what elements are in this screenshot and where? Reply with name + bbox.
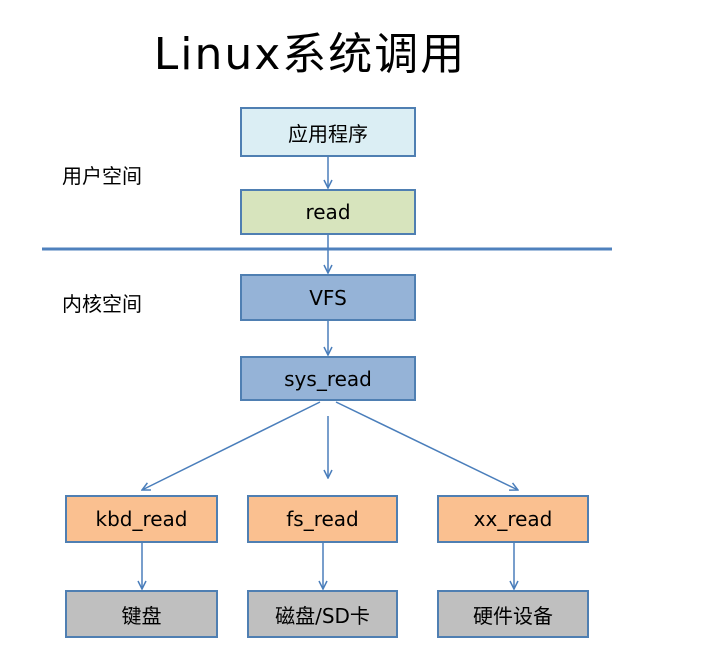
arrow-sys-read-to-kbd-read	[142, 401, 321, 490]
node-xx-read: xx_read	[437, 495, 589, 543]
node-read: read	[240, 189, 416, 235]
node-keyboard: 键盘	[65, 590, 218, 638]
node-hardware-device: 硬件设备	[437, 590, 589, 638]
node-sys-read: sys_read	[240, 356, 416, 401]
node-vfs: VFS	[240, 274, 416, 321]
arrow-sys-read-to-xx-read	[335, 401, 518, 490]
node-application: 应用程序	[240, 107, 416, 157]
node-kbd-read: kbd_read	[65, 495, 218, 543]
node-fs-read: fs_read	[247, 495, 398, 543]
node-disk-sd-card: 磁盘/SD卡	[247, 590, 398, 638]
connector-layer	[42, 157, 612, 647]
